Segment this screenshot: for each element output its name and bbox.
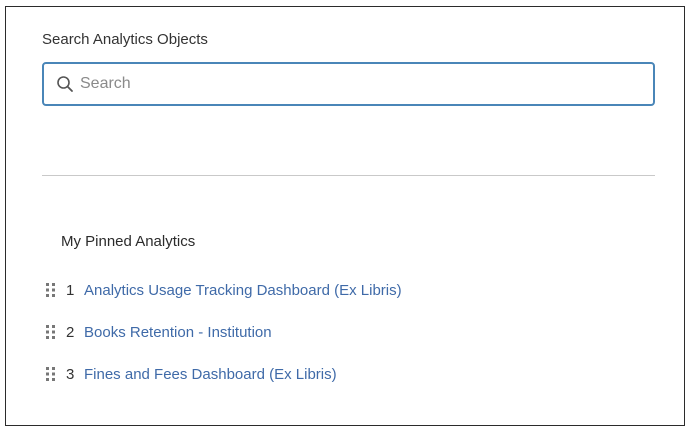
list-item: 3 Fines and Fees Dashboard (Ex Libris) — [44, 353, 402, 395]
item-index: 3 — [66, 365, 75, 383]
drag-handle-icon[interactable] — [44, 365, 58, 383]
search-input[interactable] — [80, 75, 653, 93]
pinned-analytics-link[interactable]: Fines and Fees Dashboard (Ex Libris) — [84, 366, 337, 383]
drag-handle-icon[interactable] — [44, 323, 58, 341]
pinned-analytics-link[interactable]: Books Retention - Institution — [84, 324, 272, 341]
drag-handle-icon[interactable] — [44, 281, 58, 299]
search-label: Search Analytics Objects — [42, 31, 208, 48]
pinned-section-title: My Pinned Analytics — [61, 233, 196, 250]
divider — [42, 175, 655, 176]
pinned-list: 1 Analytics Usage Tracking Dashboard (Ex… — [44, 269, 402, 395]
list-item: 1 Analytics Usage Tracking Dashboard (Ex… — [44, 269, 402, 311]
analytics-panel: Search Analytics Objects My Pinned Analy… — [5, 6, 685, 426]
search-box[interactable] — [42, 62, 655, 106]
item-index: 1 — [66, 281, 75, 299]
item-index: 2 — [66, 323, 75, 341]
search-icon — [54, 73, 76, 95]
list-item: 2 Books Retention - Institution — [44, 311, 402, 353]
pinned-analytics-link[interactable]: Analytics Usage Tracking Dashboard (Ex L… — [84, 282, 402, 299]
